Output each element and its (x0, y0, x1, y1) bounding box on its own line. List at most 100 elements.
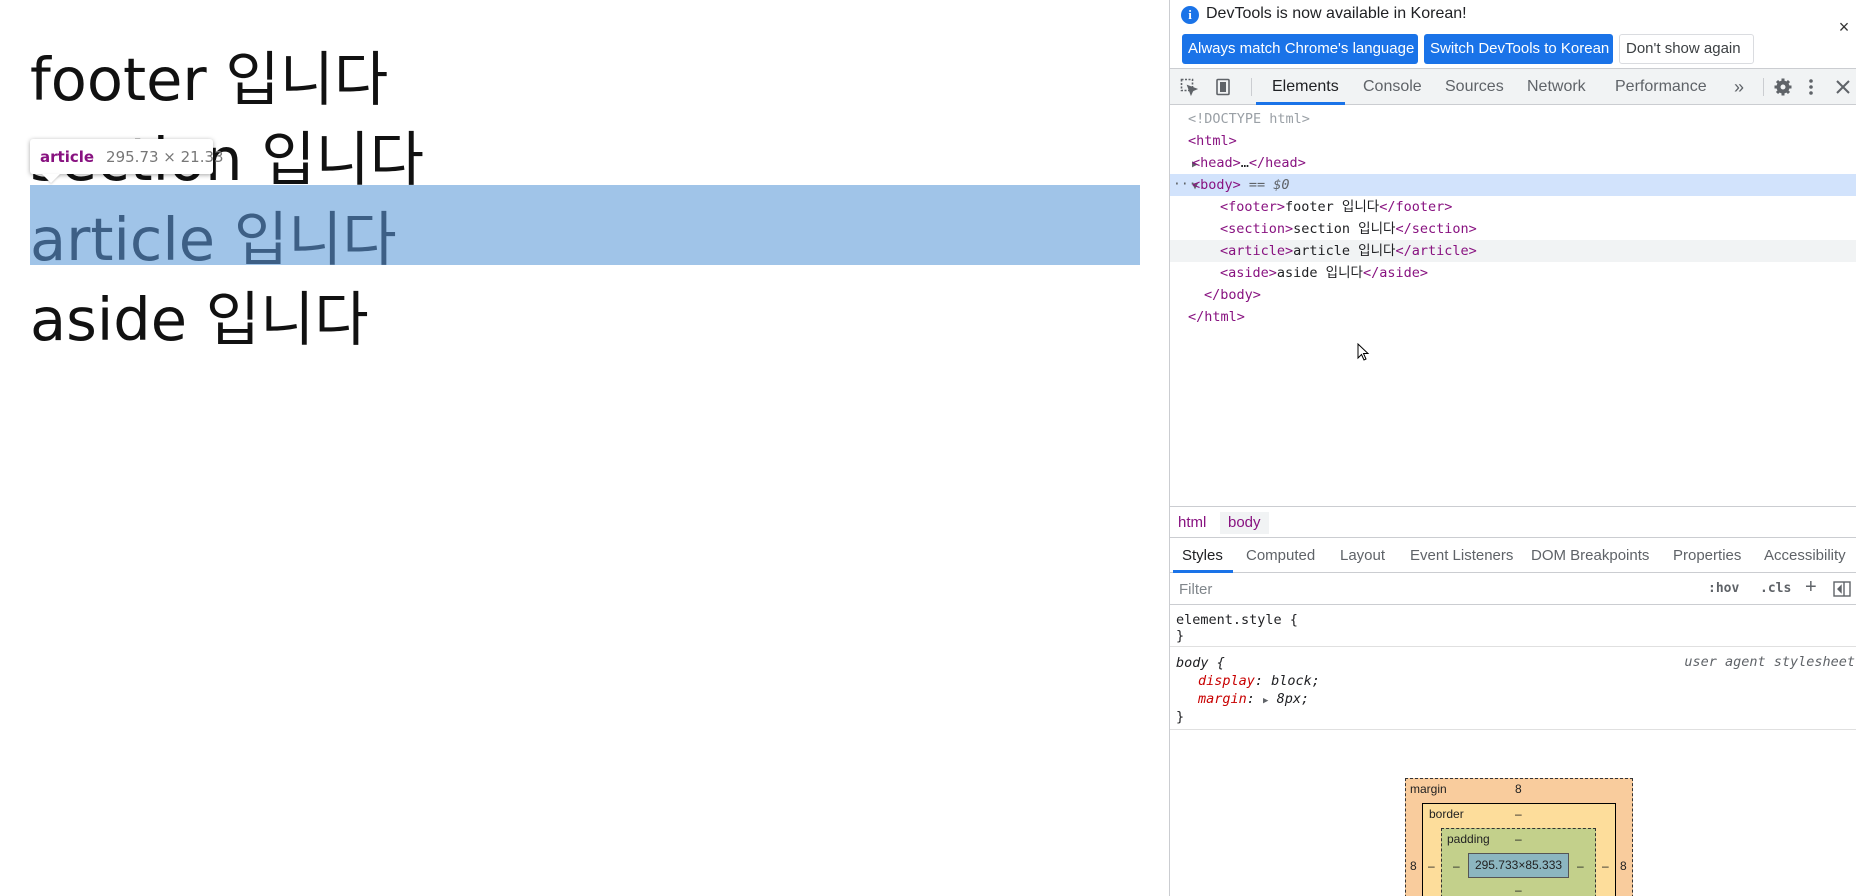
padding-top-value[interactable]: – (1515, 832, 1522, 846)
info-icon: i (1181, 6, 1199, 24)
tooltip-arrow (42, 174, 60, 183)
toolbar-divider (1251, 78, 1252, 96)
styles-subtabs: Styles Computed Layout Event Listeners D… (1170, 538, 1856, 573)
dom-node-head[interactable]: ▶<head>…</head> (1170, 152, 1856, 174)
inspect-element-icon[interactable] (1179, 77, 1199, 97)
more-tabs-button[interactable]: » (1734, 69, 1744, 105)
selected-node-marker: == $0 (1240, 177, 1290, 193)
aside-open-tag: <aside> (1220, 265, 1277, 281)
dom-node-footer[interactable]: <footer>footer 입니다</footer> (1170, 196, 1856, 218)
expand-triangle-icon[interactable]: ▶ (1263, 696, 1268, 706)
css-declaration[interactable]: display: block; (1198, 672, 1320, 690)
tab-performance[interactable]: Performance (1615, 69, 1707, 105)
border-top-value[interactable]: – (1515, 807, 1522, 821)
border-left-value[interactable]: – (1428, 859, 1435, 873)
tab-network[interactable]: Network (1527, 69, 1586, 105)
dom-tree: <!DOCTYPE html> <html> ▶<head>…</head> ·… (1170, 106, 1856, 506)
aside-text: aside 입니다 (30, 285, 369, 354)
css-property: display (1198, 673, 1255, 689)
article-node-text: article 입니다 (1293, 243, 1396, 259)
dom-node-html-close[interactable]: </html> (1170, 306, 1856, 328)
close-icon[interactable] (1833, 77, 1853, 97)
devtools-panel: i DevTools is now available in Korean! ×… (1169, 0, 1856, 896)
css-value: 8px; (1276, 691, 1310, 707)
dom-node-article[interactable]: <article>article 입니다</article> (1170, 240, 1856, 262)
padding-left-value[interactable]: – (1453, 859, 1460, 873)
tab-elements[interactable]: Elements (1272, 69, 1339, 105)
article-close-tag: </article> (1395, 243, 1477, 259)
styles-filter-bar: :hov .cls + (1170, 573, 1856, 605)
section-open-tag: <section> (1220, 221, 1294, 237)
section-close-tag: </section> (1395, 221, 1477, 237)
tab-console[interactable]: Console (1363, 69, 1422, 105)
breadcrumb-body[interactable]: body (1220, 512, 1269, 534)
padding-right-value[interactable]: – (1577, 859, 1584, 873)
css-value: block; (1271, 673, 1320, 689)
hover-state-button[interactable]: :hov (1708, 579, 1739, 599)
dom-node-section[interactable]: <section>section 입니다</section> (1170, 218, 1856, 240)
margin-top-value[interactable]: 8 (1515, 782, 1522, 796)
border-right-value[interactable]: – (1602, 859, 1609, 873)
filter-input[interactable] (1175, 577, 1690, 601)
active-tab-indicator (1256, 102, 1345, 105)
head-open-tag: <head> (1192, 155, 1241, 171)
element-style-rule[interactable]: element.style { } (1170, 605, 1856, 647)
margin-right-value[interactable]: 8 (1620, 859, 1627, 873)
close-icon[interactable]: × (1835, 18, 1853, 36)
class-button[interactable]: .cls (1760, 579, 1791, 599)
element-style-selector: element.style { (1176, 612, 1298, 628)
toggle-sidebar-icon[interactable] (1833, 581, 1851, 597)
body-rule-close: } (1176, 709, 1185, 725)
box-model-content[interactable]: 295.733×85.333 (1468, 853, 1569, 878)
more-options-icon[interactable]: ··· (1173, 174, 1196, 196)
breadcrumb-html[interactable]: html (1170, 512, 1214, 534)
padding-bottom-value[interactable]: – (1515, 883, 1522, 896)
dom-node-body-close[interactable]: </body> (1170, 284, 1856, 306)
html-open-tag: <html> (1188, 133, 1237, 149)
device-toolbar-icon[interactable] (1213, 77, 1233, 97)
tab-event-listeners[interactable]: Event Listeners (1410, 538, 1513, 573)
head-ellipsis[interactable]: … (1241, 155, 1249, 171)
tab-accessibility[interactable]: Accessibility (1764, 538, 1846, 573)
tab-styles[interactable]: Styles (1182, 538, 1223, 573)
body-rule[interactable]: body { user agent stylesheet display: bl… (1170, 648, 1856, 730)
css-declaration[interactable]: margin: ▶ 8px; (1198, 690, 1309, 708)
tab-layout[interactable]: Layout (1340, 538, 1385, 573)
dom-node-aside[interactable]: <aside>aside 입니다</aside> (1170, 262, 1856, 284)
switch-language-button[interactable]: Switch DevTools to Korean (1424, 34, 1613, 64)
body-selector: body { (1176, 655, 1225, 671)
rule-source: user agent stylesheet (1684, 654, 1855, 670)
section-node-text: section 입니다 (1293, 221, 1396, 237)
border-label: border (1429, 807, 1464, 821)
padding-label: padding (1447, 832, 1490, 846)
article-text: article 입니다 (30, 205, 397, 274)
devtools-toolbar: Elements Console Sources Network Perform… (1170, 69, 1856, 105)
kebab-menu-icon[interactable] (1801, 77, 1821, 97)
tab-sources[interactable]: Sources (1445, 69, 1504, 105)
toolbar-divider (1763, 78, 1764, 96)
footer-close-tag: </footer> (1379, 199, 1453, 215)
gear-icon[interactable] (1773, 77, 1793, 97)
body-close-tag: </body> (1204, 287, 1261, 303)
new-rule-button[interactable]: + (1805, 576, 1817, 599)
tab-properties[interactable]: Properties (1673, 538, 1741, 573)
tooltip-dimensions: 295.73 × 21.33 (106, 147, 224, 166)
html-close-tag: </html> (1188, 309, 1245, 325)
footer-text: footer 입니다 (30, 45, 389, 114)
expand-triangle-icon[interactable]: ▶ (1170, 154, 1198, 176)
aside-node-text: aside 입니다 (1276, 265, 1363, 281)
tab-dom-breakpoints[interactable]: DOM Breakpoints (1531, 538, 1649, 573)
tab-computed[interactable]: Computed (1246, 538, 1315, 573)
tooltip-tag: article (40, 147, 95, 166)
dont-show-again-button[interactable]: Don't show again (1619, 34, 1754, 64)
footer-open-tag: <footer> (1220, 199, 1286, 215)
dom-node-html[interactable]: <html> (1170, 130, 1856, 152)
head-close-tag: </head> (1248, 155, 1306, 171)
dom-node-doctype[interactable]: <!DOCTYPE html> (1170, 108, 1856, 130)
article-open-tag: <article> (1220, 243, 1294, 259)
match-language-button[interactable]: Always match Chrome's language (1182, 34, 1418, 64)
page-viewport: footer 입니다 section 입니다 article 입니다 aside… (0, 0, 1169, 896)
dom-node-body[interactable]: ··· ▼<body> == $0 (1170, 174, 1856, 196)
margin-left-value[interactable]: 8 (1410, 859, 1417, 873)
footer-node-text: footer 입니다 (1285, 199, 1380, 215)
